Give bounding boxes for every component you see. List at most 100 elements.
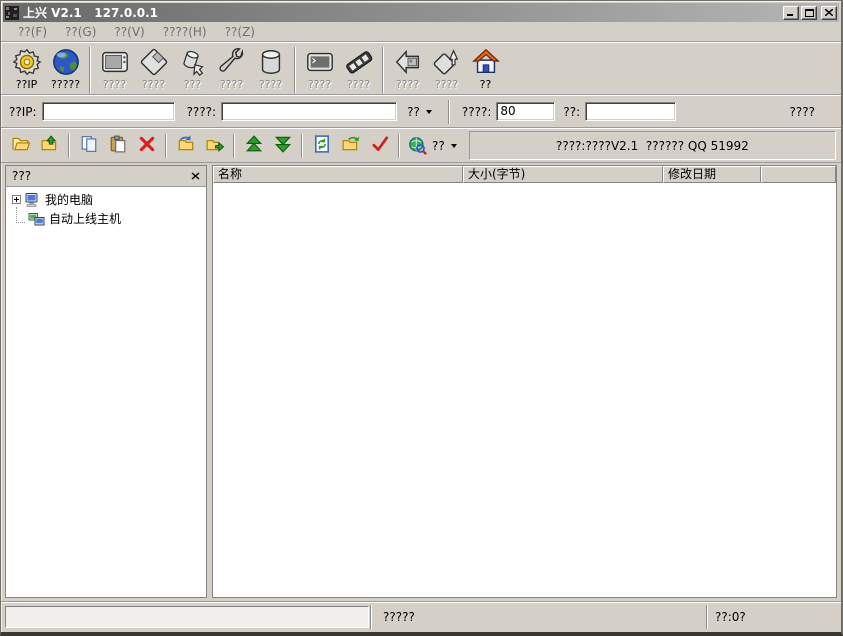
main-area: ??? 我的电脑 xyxy=(1,163,841,601)
sidebar-title: ??? xyxy=(12,169,191,183)
toolbar-separator xyxy=(89,47,91,93)
domain-label: ????: xyxy=(187,105,217,119)
toolbar-button-online-hosts[interactable]: ????? xyxy=(46,46,85,91)
database-icon xyxy=(255,46,287,78)
domain-input[interactable] xyxy=(221,102,397,121)
toolbar-button-settings[interactable]: ???? xyxy=(212,46,251,91)
copy-button[interactable] xyxy=(74,133,103,159)
toolbar-separator xyxy=(165,134,167,158)
download-button[interactable] xyxy=(268,133,297,159)
minimize-button[interactable] xyxy=(783,6,799,20)
toolbar-button-terminal[interactable]: ???? xyxy=(300,46,339,91)
close-button[interactable] xyxy=(821,6,837,20)
statusbar-message: ????? xyxy=(383,610,415,624)
toolbar-button-label: ??IP xyxy=(16,78,38,91)
connect-dropdown[interactable]: ?? xyxy=(403,103,436,121)
go-button[interactable]: ???? xyxy=(790,105,815,119)
paste-icon xyxy=(109,135,127,156)
toolbar-separator xyxy=(233,134,235,158)
toolbar-button-registry[interactable]: ???? xyxy=(251,46,290,91)
menu-item-about[interactable]: ??(Z) xyxy=(216,23,264,41)
info-text: ????:????V2.1 ?????? QQ 51992 xyxy=(556,139,749,153)
tree-item-my-computer[interactable]: 我的电脑 xyxy=(8,190,204,209)
toolbar-button-label: ???? xyxy=(347,78,370,91)
menu-item-manage[interactable]: ??(G) xyxy=(56,23,105,41)
titlebar[interactable]: 上兴 V2.1 127.0.0.1 xyxy=(3,3,839,22)
password-input[interactable] xyxy=(585,102,676,121)
diamond-up-icon xyxy=(431,46,463,78)
toolbar-button-update[interactable]: ???? xyxy=(427,46,466,91)
toolbar-button-home[interactable]: ?? xyxy=(466,46,505,91)
table-header: 名称 大小(字节) 修改日期 xyxy=(213,166,836,183)
toolbar-separator xyxy=(398,134,400,158)
web-search-icon xyxy=(408,136,427,155)
toolbar-button-keyboard[interactable]: ???? xyxy=(339,46,378,91)
toolbar-button-files[interactable]: ???? xyxy=(134,46,173,91)
statusbar-counter: ??:0? xyxy=(715,610,746,624)
window-title: 上兴 V2.1 127.0.0.1 xyxy=(23,6,783,20)
table-body[interactable] xyxy=(213,183,836,597)
home-icon xyxy=(470,46,502,78)
maximize-button[interactable] xyxy=(801,6,817,20)
chevrons-down-icon xyxy=(274,135,292,156)
panel-close-icon[interactable] xyxy=(191,170,200,182)
paste-button[interactable] xyxy=(103,133,132,159)
search-dropdown[interactable]: ?? xyxy=(404,134,461,157)
toolbar-button-label: ??? xyxy=(184,78,202,91)
open-folder-icon xyxy=(12,135,30,156)
tree-item-label: 我的电脑 xyxy=(45,191,93,208)
image-back-icon xyxy=(392,46,424,78)
ip-label: ??IP: xyxy=(9,105,37,119)
folder-import-button[interactable] xyxy=(171,133,200,159)
column-header-size[interactable]: 大小(字节) xyxy=(463,166,663,183)
toolbar-button-label: ???? xyxy=(396,78,419,91)
folder-export-button[interactable] xyxy=(200,133,229,159)
ip-input[interactable] xyxy=(42,102,175,121)
confirm-button[interactable] xyxy=(365,133,394,159)
monitor-icon xyxy=(99,46,131,78)
wrench-icon xyxy=(216,46,248,78)
statusbar: ????? ??:0? xyxy=(1,601,841,632)
host-tree: 我的电脑 自动上线主机 xyxy=(6,187,206,597)
main-toolbar: ??IP ????? ???? ???? ??? xyxy=(1,42,841,95)
sidebar-panel: ??? 我的电脑 xyxy=(5,165,207,598)
port-label: ????: xyxy=(462,105,492,119)
toolbar-separator xyxy=(301,134,303,158)
sidebar-header: ??? xyxy=(6,166,206,187)
toolbar-button-label: ???? xyxy=(435,78,458,91)
column-header-name[interactable]: 名称 xyxy=(213,166,463,183)
delete-button[interactable] xyxy=(132,133,161,159)
statusbar-counter-panel: ??:0? xyxy=(709,605,837,629)
port-input[interactable]: 80 xyxy=(496,102,555,121)
menu-item-view[interactable]: ??(V) xyxy=(105,23,153,41)
column-header-extra[interactable] xyxy=(761,166,836,183)
chevron-down-icon xyxy=(426,110,432,114)
computer-icon xyxy=(24,192,41,208)
app-icon xyxy=(5,6,19,20)
refresh-icon xyxy=(313,135,331,156)
column-header-date[interactable]: 修改日期 xyxy=(663,166,761,183)
toolbar-button-capture[interactable]: ???? xyxy=(388,46,427,91)
menubar: ??(F) ??(G) ??(V) ????(H) ??(Z) xyxy=(1,22,841,42)
upload-button[interactable] xyxy=(239,133,268,159)
folder-export-icon xyxy=(206,135,224,156)
progress-panel xyxy=(5,606,369,628)
statusbar-separator xyxy=(370,605,372,629)
toolbar-button-modify-ip[interactable]: ??IP xyxy=(7,46,46,91)
tree-item-auto-online-hosts[interactable]: 自动上线主机 xyxy=(8,209,204,228)
refresh-button[interactable] xyxy=(307,133,336,159)
terminal-icon xyxy=(304,46,336,78)
toolbar-button-process[interactable]: ??? xyxy=(173,46,212,91)
menu-item-help[interactable]: ????(H) xyxy=(154,23,216,41)
confirm-check-icon xyxy=(371,135,389,156)
menu-item-file[interactable]: ??(F) xyxy=(9,23,56,41)
folder-sync-button[interactable] xyxy=(336,133,365,159)
folder-upload-button[interactable] xyxy=(35,133,64,159)
delete-x-icon xyxy=(138,135,156,156)
toolbar-button-label: ???? xyxy=(103,78,126,91)
toolbar-button-screen[interactable]: ???? xyxy=(95,46,134,91)
toolbar-button-label: ?? xyxy=(480,78,492,91)
open-folder-button[interactable] xyxy=(6,133,35,159)
gear-icon xyxy=(11,46,43,78)
tree-expander-icon[interactable] xyxy=(12,195,21,204)
